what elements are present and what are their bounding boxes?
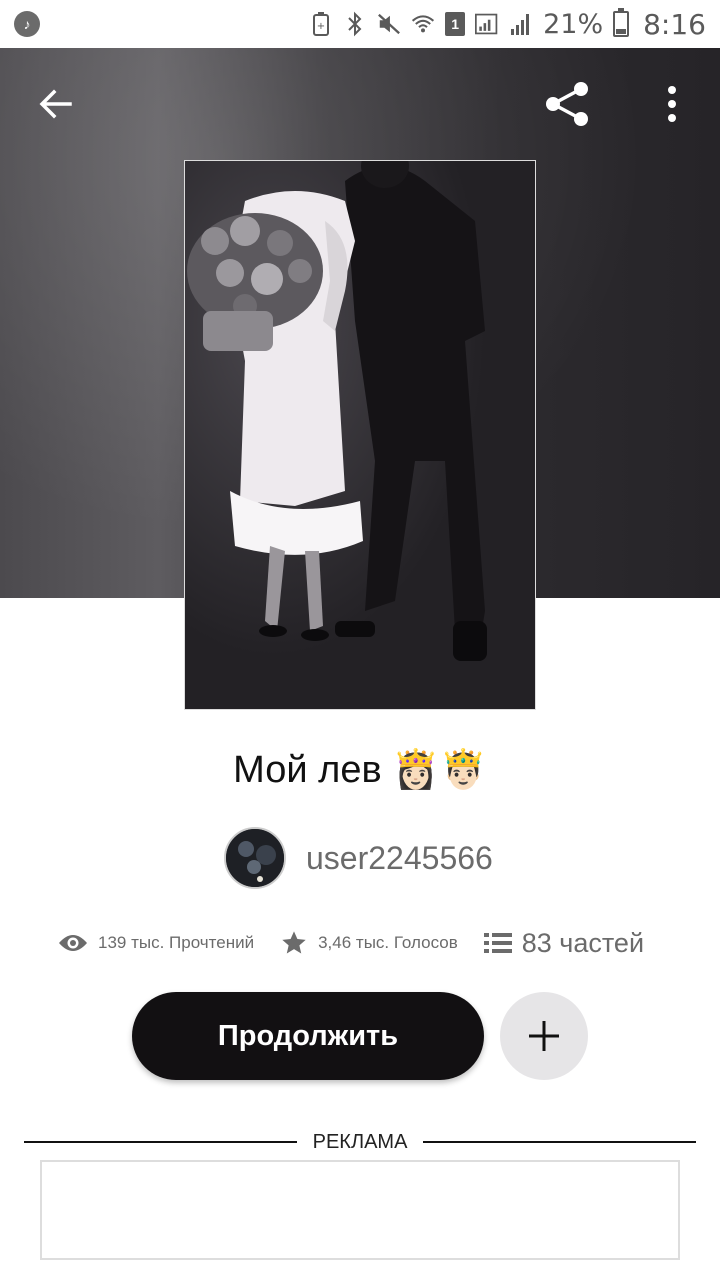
votes-count: 3,46 тыс. Голосов [318, 933, 458, 952]
votes-stat: 3,46 тыс. Голосов [280, 929, 458, 957]
eye-icon [59, 935, 87, 951]
add-to-library-button[interactable] [500, 992, 588, 1080]
battery-percent: 21% [543, 8, 604, 40]
story-stats: 139 тыс. Прочтений 3,46 тыс. Голосов 83 … [58, 920, 678, 966]
sim-badge: 1 [445, 12, 466, 36]
divider [423, 1141, 697, 1143]
battery-icon [613, 8, 630, 37]
divider [24, 1141, 297, 1143]
back-button[interactable] [28, 76, 84, 132]
mute-icon [377, 12, 401, 36]
list-icon [483, 933, 512, 953]
wifi-icon [411, 12, 435, 36]
share-icon [546, 82, 588, 126]
reads-stat: 139 тыс. Прочтений [58, 933, 254, 953]
more-vertical-icon [668, 86, 676, 122]
parts-stat[interactable]: 83 частей [483, 928, 644, 959]
music-note-icon: ♪ [14, 11, 40, 37]
plus-icon [529, 1021, 559, 1051]
author-name[interactable]: user2245566 [306, 840, 493, 877]
ad-label: РЕКЛАМА [312, 1130, 408, 1153]
avatar [224, 827, 286, 889]
back-arrow-icon [39, 89, 72, 119]
signal-icon [475, 12, 499, 36]
parts-count[interactable]: 83 частей [522, 928, 644, 959]
author-row[interactable]: user2245566 [224, 826, 493, 890]
reads-count: 139 тыс. Прочтений [98, 933, 255, 952]
bluetooth-icon [343, 11, 367, 37]
continue-reading-button[interactable]: Продолжить [132, 992, 484, 1080]
cover-photo [185, 161, 535, 709]
clock: 8:16 [643, 7, 706, 41]
share-button[interactable] [540, 76, 596, 132]
ad-slot[interactable] [40, 1160, 680, 1260]
story-details-screen: ♪ + 1 21% 8:16 Мой лев 👸🏻🤴🏻 user2245566 … [0, 0, 720, 1280]
star-icon [282, 931, 306, 954]
signal-icon-2 [509, 12, 533, 36]
battery-saver-icon: + [309, 12, 333, 36]
story-title: Мой лев 👸🏻🤴🏻 [233, 749, 487, 791]
status-bar: ♪ + 1 21% 8:16 [0, 0, 720, 48]
more-options-button[interactable] [644, 76, 700, 132]
ad-header: РЕКЛАМА [24, 1126, 697, 1158]
story-cover-image[interactable] [184, 160, 536, 710]
svg-text:+: + [317, 21, 325, 32]
